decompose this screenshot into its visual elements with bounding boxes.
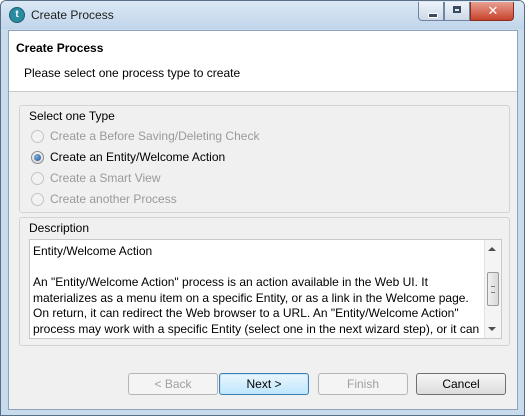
minimize-button[interactable] xyxy=(418,2,444,21)
page-subtitle: Please select one process type to create xyxy=(24,66,241,80)
close-icon: ✕ xyxy=(487,3,499,18)
radio-label: Create a Smart View xyxy=(50,171,161,185)
radio-button[interactable] xyxy=(31,150,44,164)
scroll-down-arrow-icon[interactable] xyxy=(488,327,496,331)
description-group: Description Entity/Welcome Action An "En… xyxy=(19,217,510,346)
cancel-button[interactable]: Cancel xyxy=(416,373,506,395)
radio-button[interactable] xyxy=(31,171,44,185)
vertical-scrollbar[interactable] xyxy=(484,240,501,338)
next-button[interactable]: Next > xyxy=(219,373,309,395)
radio-another-process[interactable]: Create another Process xyxy=(31,191,177,207)
window-title: Create Process xyxy=(31,8,114,22)
talend-icon: t xyxy=(9,7,25,23)
radio-button[interactable] xyxy=(31,192,44,206)
page-title: Create Process xyxy=(16,41,104,55)
description-content: Entity/Welcome Action An "Entity/Welcome… xyxy=(33,244,483,338)
description-heading: Entity/Welcome Action xyxy=(33,244,153,258)
radio-label: Create an Entity/Welcome Action xyxy=(50,150,226,164)
dialog-body: Create Process Please select one process… xyxy=(8,30,518,410)
back-button[interactable]: < Back xyxy=(128,373,218,395)
description-textarea[interactable]: Entity/Welcome Action An "Entity/Welcome… xyxy=(29,239,502,339)
wizard-banner: Create Process Please select one process… xyxy=(9,31,517,92)
scroll-thumb[interactable] xyxy=(487,272,499,306)
maximize-button[interactable] xyxy=(444,2,470,21)
finish-button[interactable]: Finish xyxy=(318,373,408,395)
maximize-icon xyxy=(453,6,461,13)
radio-before-saving-check[interactable]: Create a Before Saving/Deleting Check xyxy=(31,128,259,144)
radio-label: Create another Process xyxy=(50,192,177,206)
type-group-label: Select one Type xyxy=(29,109,115,123)
create-process-dialog: t Create Process ✕ Create Process Please… xyxy=(0,0,525,416)
type-group: Select one Type Create a Before Saving/D… xyxy=(19,105,510,213)
radio-entity-welcome-action[interactable]: Create an Entity/Welcome Action xyxy=(31,149,225,165)
radio-label: Create a Before Saving/Deleting Check xyxy=(50,129,260,143)
scroll-up-arrow-icon[interactable] xyxy=(488,247,496,251)
description-label: Description xyxy=(29,221,90,235)
radio-smart-view[interactable]: Create a Smart View xyxy=(31,170,161,186)
description-body: An "Entity/Welcome Action" process is an… xyxy=(33,275,480,338)
radio-button[interactable] xyxy=(31,129,44,143)
close-button[interactable]: ✕ xyxy=(470,2,514,21)
title-bar[interactable]: t Create Process ✕ xyxy=(1,1,524,29)
minimize-icon xyxy=(428,13,438,18)
